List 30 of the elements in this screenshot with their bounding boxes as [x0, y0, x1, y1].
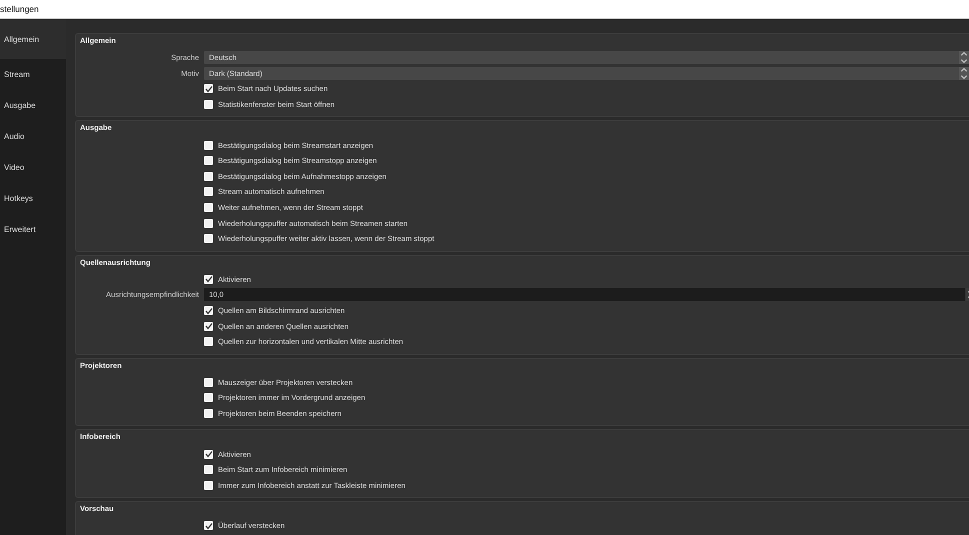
checkbox[interactable]	[204, 100, 213, 110]
checkbox[interactable]	[204, 274, 213, 284]
sidebar-item[interactable]: Erweitert	[0, 214, 66, 245]
checkbox[interactable]	[204, 480, 213, 490]
checkbox[interactable]	[204, 218, 213, 228]
checkbox[interactable]	[204, 408, 213, 418]
checkbox[interactable]	[204, 306, 213, 316]
checkbox[interactable]	[204, 465, 213, 474]
sidebar-item[interactable]: Stream	[0, 59, 66, 90]
checkbox[interactable]	[204, 393, 213, 402]
checkbox[interactable]	[204, 450, 213, 459]
checkbox[interactable]	[204, 378, 213, 387]
sidebar-item[interactable]: Hotkeys	[0, 183, 66, 214]
checkbox[interactable]	[204, 521, 213, 530]
checkbox[interactable]	[204, 322, 213, 331]
checkbox[interactable]	[204, 203, 213, 212]
checkbox[interactable]	[204, 337, 213, 346]
checkbox[interactable]	[204, 187, 213, 196]
sidebar-item[interactable]: Ausgabe	[0, 90, 66, 121]
sidebar-item[interactable]: Audio	[0, 121, 66, 152]
sidebar-item[interactable]: Video	[0, 152, 66, 183]
checkbox[interactable]	[204, 84, 213, 94]
checkbox[interactable]	[204, 156, 213, 166]
window-title: stellungen	[0, 4, 39, 14]
sidebar-item[interactable]: Allgemein	[0, 19, 66, 59]
checkbox[interactable]	[204, 172, 213, 181]
checkbox[interactable]	[204, 140, 213, 150]
updown-arrows-icon[interactable]	[959, 51, 969, 64]
updown-arrows-icon[interactable]	[959, 66, 969, 80]
checkbox[interactable]	[204, 234, 213, 244]
